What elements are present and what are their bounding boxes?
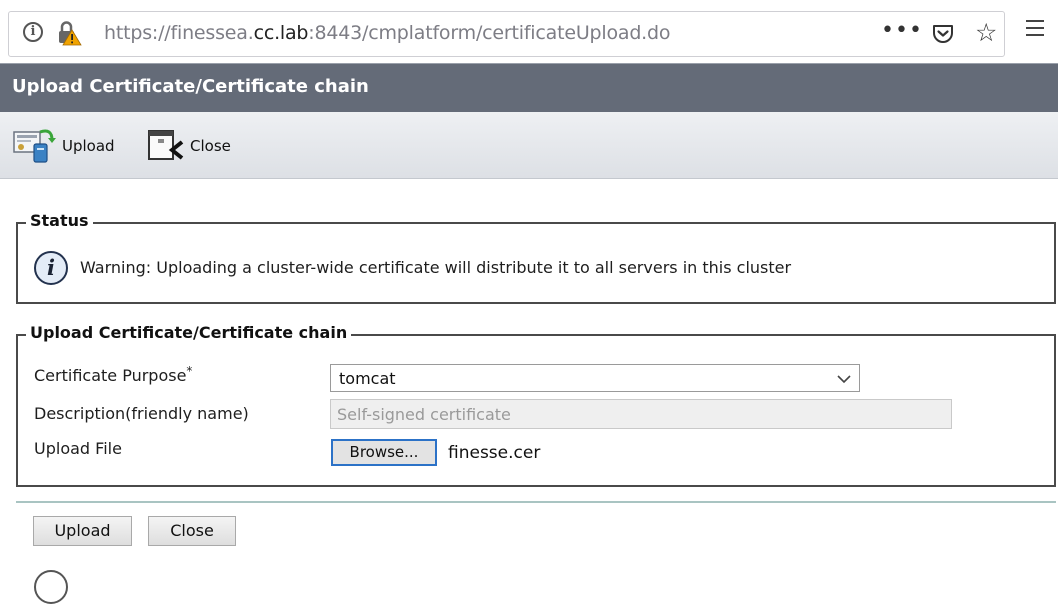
address-bar[interactable]: i https://finessea.cc.lab:8443/cmplatfor… <box>8 11 1005 57</box>
upload-legend: Upload Certificate/Certificate chain <box>26 323 352 342</box>
info-icon-partial <box>34 570 68 604</box>
required-marker: * <box>186 364 193 378</box>
lock-warning-icon[interactable] <box>56 20 82 46</box>
url-text[interactable]: https://finessea.cc.lab:8443/cmplatform/… <box>104 22 671 44</box>
selected-file-name: finesse.cer <box>448 443 541 463</box>
url-prefix: https://finessea. <box>104 22 254 44</box>
toolbar: Upload Close <box>0 112 1058 179</box>
certificate-purpose-label-text: Certificate Purpose <box>34 366 187 385</box>
more-actions-icon[interactable]: ••• <box>881 18 923 43</box>
url-host: cc.lab <box>253 22 309 44</box>
page-title: Upload Certificate/Certificate chain <box>12 76 369 97</box>
status-legend: Status <box>26 211 93 230</box>
toolbar-upload-label: Upload <box>62 137 115 155</box>
url-suffix: :8443/cmplatform/certificateUpload.do <box>308 22 671 44</box>
toolbar-close-button[interactable]: Close <box>146 126 231 166</box>
certificate-purpose-label: Certificate Purpose* <box>34 364 193 385</box>
browser-chrome: i https://finessea.cc.lab:8443/cmplatfor… <box>0 0 1058 62</box>
toolbar-close-label: Close <box>190 137 231 155</box>
toolbar-upload-button[interactable]: Upload <box>12 126 115 166</box>
description-label: Description(friendly name) <box>34 404 249 423</box>
upload-button[interactable]: Upload <box>33 516 132 546</box>
certificate-purpose-value: tomcat <box>339 369 396 388</box>
star-icon[interactable]: ☆ <box>975 20 997 46</box>
page-title-bar: Upload Certificate/Certificate chain <box>0 63 1058 112</box>
description-value: Self-signed certificate <box>337 405 511 424</box>
upload-certificate-section: Upload Certificate/Certificate chain Cer… <box>16 323 1056 487</box>
info-circle-icon: i <box>34 251 68 285</box>
certificate-purpose-select[interactable]: tomcat <box>330 364 860 392</box>
upload-certificate-icon <box>13 129 56 163</box>
hamburger-menu-icon[interactable] <box>1026 20 1044 41</box>
site-info-icon[interactable]: i <box>23 22 43 42</box>
divider <box>16 501 1056 503</box>
status-message: Warning: Uploading a cluster-wide certif… <box>80 258 792 277</box>
pocket-icon[interactable] <box>931 22 955 46</box>
chevron-down-icon <box>837 375 851 384</box>
browse-button[interactable]: Browse... <box>331 439 437 466</box>
close-button[interactable]: Close <box>148 516 236 546</box>
status-section: Status i Warning: Uploading a cluster-wi… <box>16 211 1056 304</box>
description-field[interactable]: Self-signed certificate <box>330 399 952 429</box>
upload-file-label: Upload File <box>34 439 122 458</box>
close-window-icon <box>148 130 184 160</box>
